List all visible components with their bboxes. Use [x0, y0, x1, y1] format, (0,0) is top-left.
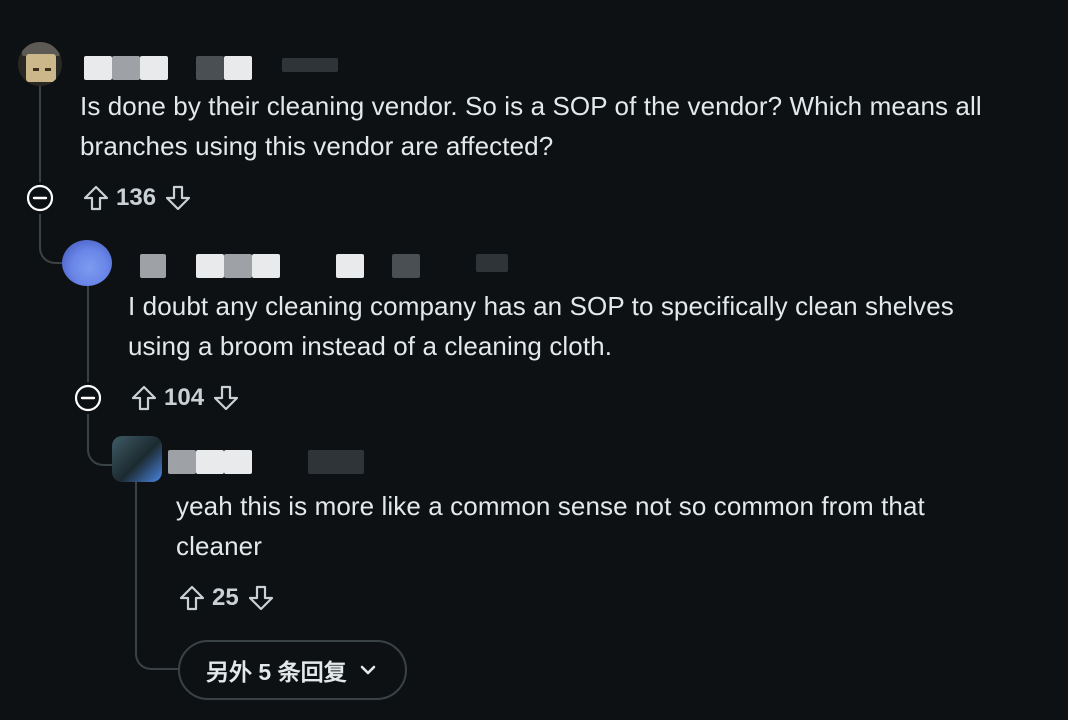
vote-count: 136: [116, 184, 157, 211]
collapse-thread-button[interactable]: [26, 184, 54, 212]
thread-elbow-1: [39, 232, 65, 264]
upvote-button[interactable]: [128, 382, 160, 414]
minus-circle-icon: [26, 184, 54, 212]
chevron-down-icon: [360, 665, 375, 675]
vote-row: 25: [176, 580, 277, 616]
comment-thread: Is done by their cleaning vendor. So is …: [0, 0, 1068, 720]
comment-text-line: cleaner: [176, 531, 262, 561]
arrow-up-outline-icon: [83, 185, 109, 211]
upvote-button[interactable]: [80, 182, 112, 214]
arrow-down-outline-icon: [213, 385, 239, 411]
downvote-button[interactable]: [162, 182, 194, 214]
minus-circle-icon: [74, 384, 102, 412]
vote-row: 104: [128, 380, 242, 416]
comment-text-line: branches using this vendor are affected?: [80, 131, 554, 161]
comment-text: Is done by their cleaning vendor. So is …: [80, 86, 982, 166]
comment-text-line: using a broom instead of a cleaning clot…: [128, 331, 613, 361]
comment-text-line: yeah this is more like a common sense no…: [176, 491, 925, 521]
comment-text-line: I doubt any cleaning company has an SOP …: [128, 291, 954, 321]
arrow-up-outline-icon: [179, 585, 205, 611]
vote-count: 104: [164, 384, 205, 411]
thread-line-3: [135, 482, 137, 652]
thread-elbow-2: [87, 434, 115, 466]
downvote-button[interactable]: [210, 382, 242, 414]
comment-text-line: Is done by their cleaning vendor. So is …: [80, 91, 982, 121]
collapse-thread-button[interactable]: [74, 384, 102, 412]
thread-line-2b: [87, 414, 89, 436]
downvote-button[interactable]: [245, 582, 277, 614]
avatar[interactable]: [62, 240, 112, 286]
thread-line-1b: [39, 214, 41, 234]
arrow-up-outline-icon: [131, 385, 157, 411]
thread-line-2: [87, 286, 89, 382]
more-replies-button[interactable]: 另外 5 条回复: [178, 640, 407, 700]
arrow-down-outline-icon: [248, 585, 273, 611]
vote-row: 136: [80, 180, 194, 216]
thread-elbow-3: [135, 636, 179, 670]
arrow-down-outline-icon: [165, 185, 191, 211]
more-replies-label: 另外 5 条回复: [206, 659, 347, 685]
comment-text: yeah this is more like a common sense no…: [176, 486, 925, 566]
comment-text: I doubt any cleaning company has an SOP …: [128, 286, 954, 366]
avatar[interactable]: [18, 42, 62, 86]
thread-line-1: [39, 86, 41, 182]
upvote-button[interactable]: [176, 582, 208, 614]
avatar[interactable]: [112, 436, 162, 482]
vote-count: 25: [212, 584, 239, 611]
